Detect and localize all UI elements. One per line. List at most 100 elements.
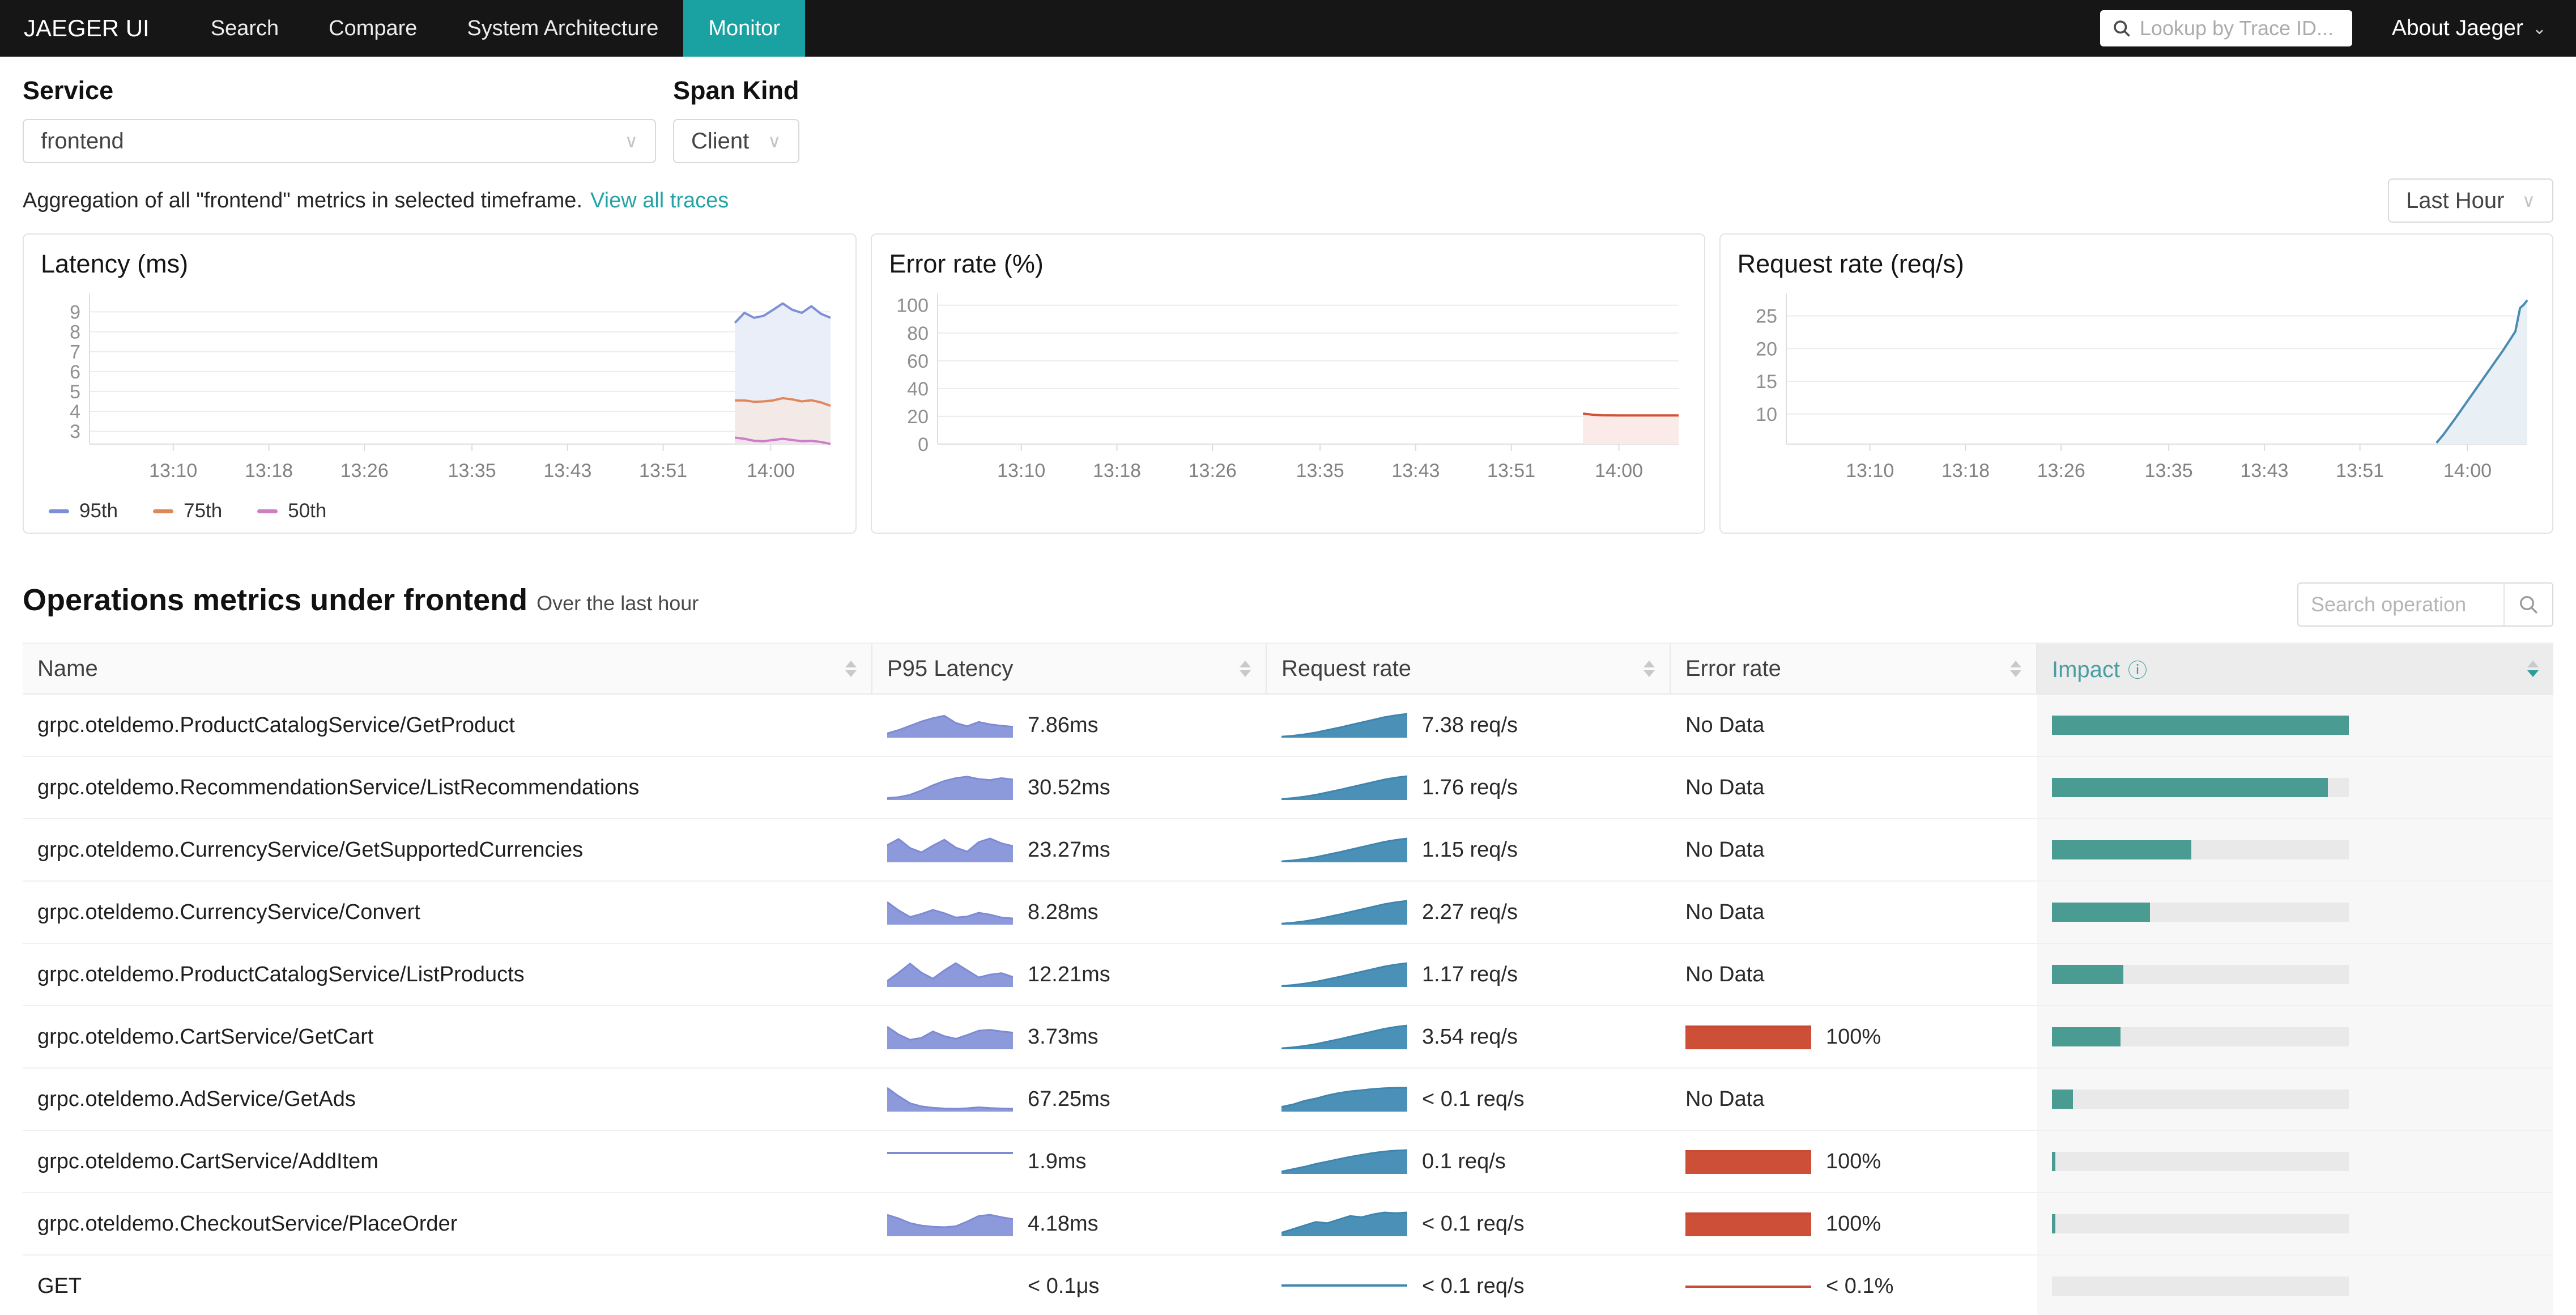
column-header-error-rate[interactable]: Error rate: [1671, 644, 2037, 695]
span-kind-select[interactable]: Client ∨: [673, 119, 799, 163]
sparkline: [887, 1273, 1013, 1300]
sparkline: [1281, 712, 1407, 739]
svg-text:13:43: 13:43: [2240, 460, 2288, 482]
sort-carets-icon: [1240, 661, 1251, 677]
impact-bar-track: [2052, 965, 2349, 984]
impact-bar-track: [2052, 1214, 2349, 1233]
svg-text:3: 3: [70, 421, 80, 442]
nav-item-search[interactable]: Search: [186, 0, 304, 57]
impact-cell: [2037, 1006, 2553, 1067]
service-label: Service: [23, 76, 656, 105]
sparkline: [1281, 1086, 1407, 1113]
operation-name: grpc.oteldemo.CurrencyService/GetSupport…: [23, 819, 872, 880]
impact-bar-track: [2052, 778, 2349, 797]
legend-dash-icon: [49, 509, 69, 513]
p95-latency-cell: 3.73ms: [872, 1006, 1267, 1067]
svg-text:80: 80: [908, 323, 929, 344]
error-rate-value: 100%: [1826, 1025, 1881, 1049]
timeframe-select[interactable]: Last Hour ∨: [2388, 178, 2553, 223]
p95-latency-cell: 23.27ms: [872, 819, 1267, 880]
p95-latency-cell: 7.86ms: [872, 695, 1267, 756]
p95-latency-value: < 0.1μs: [1028, 1274, 1099, 1299]
svg-text:9: 9: [70, 301, 80, 323]
operation-name: grpc.oteldemo.CartService/AddItem: [23, 1131, 872, 1192]
sparkline: [887, 712, 1013, 739]
operation-name: grpc.oteldemo.RecommendationService/List…: [23, 757, 872, 818]
table-row: grpc.oteldemo.CartService/AddItem1.9ms0.…: [23, 1131, 2553, 1193]
latency-chart-title: Latency (ms): [41, 249, 838, 279]
impact-cell: [2037, 944, 2553, 1005]
request-rate-cell: 1.76 req/s: [1267, 757, 1671, 818]
column-header-impact[interactable]: Impactⓘ: [2037, 644, 2553, 695]
about-jaeger-menu[interactable]: About Jaeger ⌄: [2392, 16, 2547, 41]
svg-text:13:10: 13:10: [1846, 460, 1894, 482]
error-rate-value: No Data: [1685, 1087, 1764, 1112]
error-rate-cell: No Data: [1671, 695, 2037, 756]
request-rate-cell: < 0.1 req/s: [1267, 1069, 1671, 1130]
table-row: grpc.oteldemo.CurrencyService/GetSupport…: [23, 819, 2553, 882]
svg-text:13:26: 13:26: [2037, 460, 2085, 482]
impact-bar-fill: [2052, 1214, 2055, 1233]
view-all-traces-link[interactable]: View all traces: [590, 189, 729, 213]
request-rate-value: 3.54 req/s: [1422, 1025, 1518, 1049]
svg-text:13:18: 13:18: [1941, 460, 1990, 482]
p95-latency-cell: 4.18ms: [872, 1193, 1267, 1254]
request-rate-cell: 2.27 req/s: [1267, 882, 1671, 943]
request-rate-cell: 0.1 req/s: [1267, 1131, 1671, 1192]
sparkline: [887, 836, 1013, 863]
sparkline: [1281, 899, 1407, 926]
table-row: grpc.oteldemo.AdService/GetAds67.25ms< 0…: [23, 1069, 2553, 1131]
service-select[interactable]: frontend ∨: [23, 119, 656, 163]
p95-latency-cell: 12.21ms: [872, 944, 1267, 1005]
svg-text:13:35: 13:35: [1296, 460, 1344, 482]
svg-text:14:00: 14:00: [1595, 460, 1643, 482]
column-header-request-rate[interactable]: Request rate: [1267, 644, 1671, 695]
error-rate-cell: No Data: [1671, 1069, 2037, 1130]
trace-id-input[interactable]: [2140, 16, 2341, 40]
impact-bar-track: [2052, 1276, 2349, 1296]
impact-bar-fill: [2052, 840, 2191, 859]
impact-cell: [2037, 1131, 2553, 1192]
p95-latency-cell: < 0.1μs: [872, 1256, 1267, 1315]
error-rate-cell: < 0.1%: [1671, 1256, 2037, 1315]
table-row: grpc.oteldemo.RecommendationService/List…: [23, 757, 2553, 819]
column-header-p95-latency[interactable]: P95 Latency: [872, 644, 1267, 695]
sparkline: [1281, 1148, 1407, 1175]
chevron-down-icon: ∨: [625, 130, 638, 152]
search-operation-button[interactable]: [2503, 584, 2552, 625]
legend-dash-icon: [257, 509, 278, 513]
svg-text:13:18: 13:18: [1093, 460, 1141, 482]
nav-item-system-architecture[interactable]: System Architecture: [442, 0, 683, 57]
nav-item-monitor[interactable]: Monitor: [683, 0, 805, 57]
request-rate-value: < 0.1 req/s: [1422, 1274, 1525, 1299]
svg-text:13:26: 13:26: [1189, 460, 1237, 482]
search-icon: [2111, 18, 2132, 39]
nav-item-compare[interactable]: Compare: [304, 0, 442, 57]
svg-text:5: 5: [70, 381, 80, 403]
sparkline: [1281, 836, 1407, 863]
span-kind-select-value: Client: [691, 129, 749, 154]
column-header-name[interactable]: Name: [23, 644, 872, 695]
impact-bar-fill: [2052, 1152, 2055, 1171]
request-rate-value: 1.76 req/s: [1422, 776, 1518, 800]
operation-name: grpc.oteldemo.ProductCatalogService/GetP…: [23, 695, 872, 756]
legend-item-50th: 50th: [257, 500, 326, 522]
svg-text:13:51: 13:51: [2336, 460, 2384, 482]
svg-text:13:51: 13:51: [639, 460, 687, 482]
svg-text:15: 15: [1756, 371, 1777, 393]
chevron-down-icon: ⌄: [2532, 19, 2547, 39]
legend-item-95th: 95th: [49, 500, 118, 522]
svg-text:13:43: 13:43: [1392, 460, 1440, 482]
table-row: grpc.oteldemo.CheckoutService/PlaceOrder…: [23, 1193, 2553, 1256]
app-brand[interactable]: JAEGER UI: [24, 15, 150, 42]
sparkline: [887, 961, 1013, 988]
impact-bar-fill: [2052, 1027, 2121, 1046]
error-rate-cell: 100%: [1671, 1131, 2037, 1192]
error-rate-value: No Data: [1685, 838, 1764, 862]
timeframe-select-value: Last Hour: [2406, 188, 2504, 214]
operations-table: Name P95 Latency Request rate Error rate…: [23, 642, 2553, 1315]
impact-bar-track: [2052, 1027, 2349, 1046]
search-operation-input[interactable]: [2298, 584, 2503, 625]
svg-text:25: 25: [1756, 306, 1777, 327]
trace-id-search[interactable]: [2100, 10, 2352, 46]
